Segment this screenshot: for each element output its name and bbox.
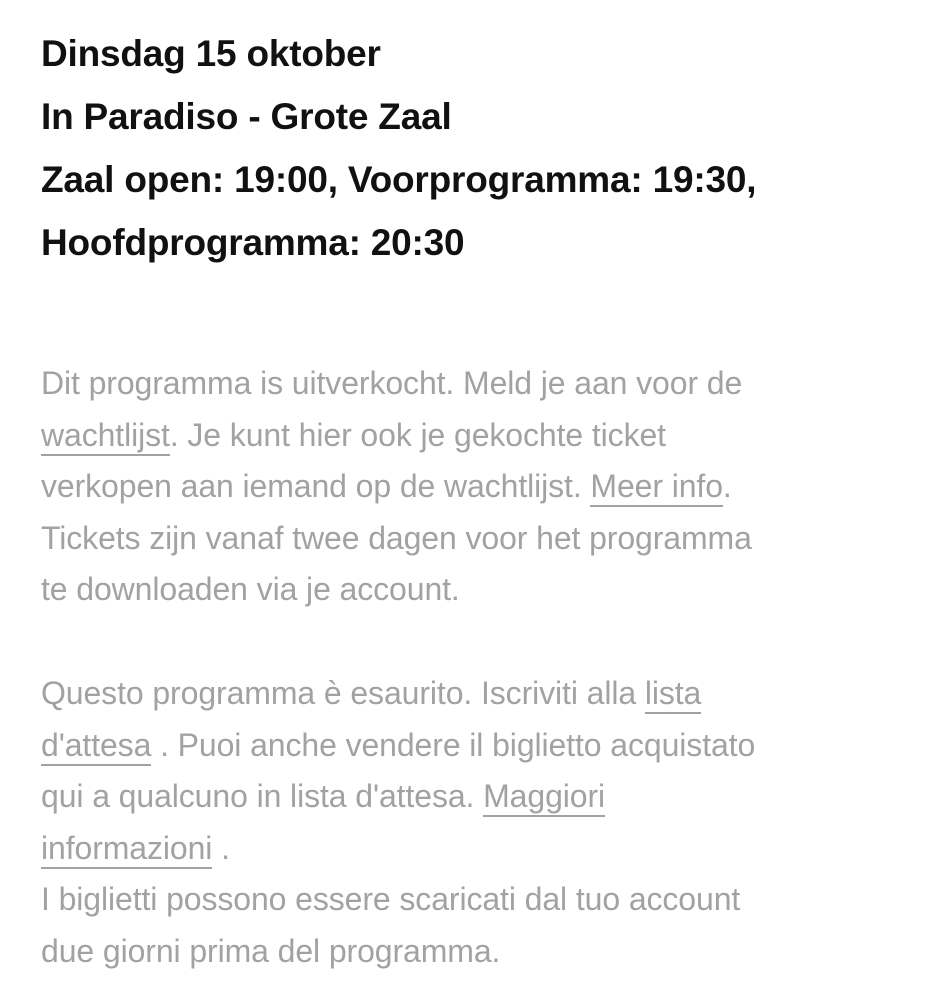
more-info-link-italian[interactable]: Maggiori	[483, 778, 605, 817]
waitlist-link-italian[interactable]: lista	[644, 675, 701, 714]
notice-text: Tickets zijn vanaf twee dagen voor het p…	[41, 519, 752, 556]
notice-line: Questo programma è esaurito. Iscriviti a…	[41, 668, 921, 720]
event-date: Dinsdag 15 oktober	[41, 33, 381, 74]
notice-text: I biglietti possono essere scaricati dal…	[41, 881, 741, 917]
notice-text: te downloaden via je account.	[41, 571, 460, 607]
waitlist-link[interactable]: wachtlijst	[41, 416, 170, 456]
notice-line: wachtlijst. Je kunt hier ook je gekochte…	[41, 410, 921, 462]
notice-line: d'attesa . Puoi anche vendere il bigliet…	[41, 720, 921, 772]
event-info: Dinsdag 15 oktober In Paradiso - Grote Z…	[41, 22, 921, 274]
notice-text: .	[722, 468, 732, 504]
notice-line: qui a qualcuno in lista d'attesa. Maggio…	[41, 771, 921, 823]
waitlist-link-italian-cont[interactable]: d'attesa	[41, 726, 151, 766]
sold-out-notice-dutch: Dit programma is uitverkocht. Meld je aa…	[41, 358, 921, 616]
event-schedule-main: Hoofdprogramma: 20:30	[41, 222, 465, 263]
notice-text: . Puoi anche vendere il biglietto acquis…	[151, 726, 756, 763]
more-info-link[interactable]: Meer info	[590, 468, 723, 507]
more-info-link-italian-cont[interactable]: informazioni	[41, 829, 212, 869]
notice-text: Dit programma is uitverkocht. Meld je aa…	[41, 365, 743, 401]
notice-text: due giorni prima del programma.	[41, 932, 501, 969]
notice-text: verkopen aan iemand op de wachtlijst.	[41, 468, 591, 504]
event-venue: In Paradiso - Grote Zaal	[41, 96, 452, 137]
sold-out-notice-italian: Questo programma è esaurito. Iscriviti a…	[41, 668, 921, 977]
notice-text: qui a qualcuno in lista d'attesa.	[41, 778, 484, 814]
notice-text: .	[212, 829, 230, 866]
notice-text: . Je kunt hier ook je gekochte ticket	[169, 416, 666, 453]
notice-line: verkopen aan iemand op de wachtlijst. Me…	[41, 461, 921, 513]
notice-line: informazioni .	[41, 823, 921, 875]
event-schedule: Zaal open: 19:00, Voorprogramma: 19:30,	[41, 159, 757, 200]
notice-text: Questo programma è esaurito. Iscriviti a…	[41, 675, 645, 711]
